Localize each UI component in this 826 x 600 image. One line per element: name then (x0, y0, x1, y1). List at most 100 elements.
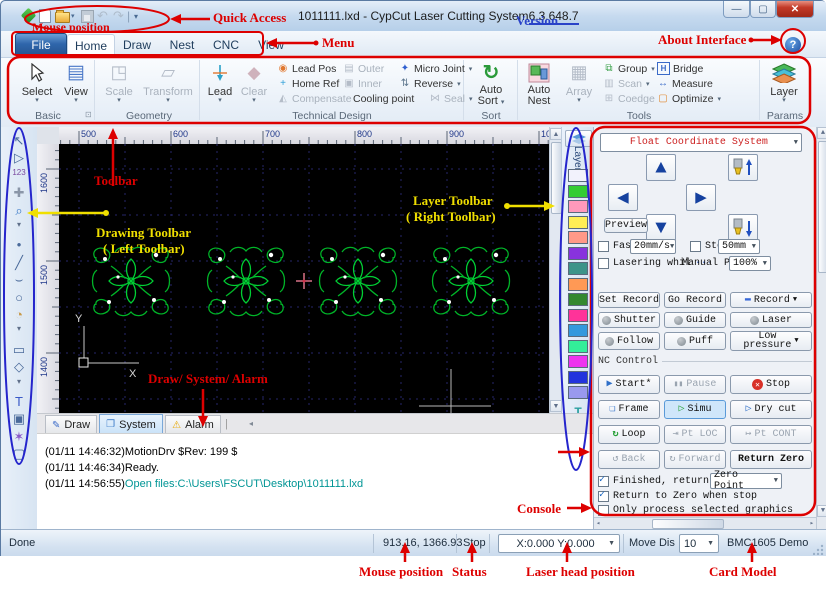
shutter-button[interactable]: Shutter (598, 312, 660, 328)
layer-color-swatch[interactable] (568, 339, 588, 353)
only-selected-checkbox[interactable] (598, 505, 609, 516)
layer-color-swatch[interactable] (568, 308, 588, 322)
layer-color-swatch[interactable] (568, 231, 588, 244)
move-dis-combo[interactable]: 10 ▼ (679, 534, 719, 553)
redo-icon[interactable]: ↷ (113, 8, 124, 24)
tab-cnc[interactable]: CNC (205, 34, 247, 55)
nozzle-up-button[interactable] (728, 154, 758, 181)
layer-color-swatch[interactable] (568, 184, 588, 198)
zoom-tool-icon[interactable]: ⌕ (1, 203, 37, 219)
pan-tool-icon[interactable]: ✚ (1, 185, 37, 201)
guide-button[interactable]: Guide (664, 312, 726, 328)
about-help-icon[interactable]: ? (783, 34, 803, 55)
tab-system[interactable]: ❐ System (99, 414, 163, 434)
optimize-button[interactable]: ▢ Optimize ▾ (657, 92, 721, 105)
pie-tool-icon[interactable]: ◔ (1, 307, 37, 322)
panel-vscrollbar[interactable]: ▲ ▼ (816, 127, 826, 529)
panel-scroll-up-icon[interactable]: ▲ (817, 127, 826, 139)
manual-pw-combo[interactable]: 100% ▼ (729, 256, 771, 271)
start-button[interactable]: ▶ Start* (598, 375, 660, 394)
line-tool-icon[interactable]: ╱ (1, 255, 37, 271)
customize-quick-access-icon[interactable]: ▾ (134, 8, 138, 24)
tab-draw[interactable]: ✎ Draw (45, 415, 97, 434)
dry-cut-button[interactable]: ▷ Dry cut (730, 400, 812, 419)
layer-top-button[interactable] (565, 130, 592, 147)
preview-button[interactable]: Preview (604, 218, 648, 233)
group-button[interactable]: ⧉ Group ▾ (603, 62, 654, 75)
laser-button[interactable]: Laser (730, 312, 812, 328)
tab-home[interactable]: Home (67, 34, 115, 57)
point-tool-icon[interactable]: • (1, 237, 37, 252)
layer-color-swatch[interactable] (568, 386, 588, 399)
loop-button[interactable]: ↻ Loop (598, 425, 660, 444)
layer-color-swatch[interactable] (568, 169, 588, 182)
transform-button[interactable]: ▱ Transform ▾ (139, 60, 197, 104)
layer-color-swatch[interactable] (568, 355, 588, 368)
array-button[interactable]: ▦ Array ▾ (561, 60, 597, 104)
micro-joint-button[interactable]: ✦ Micro Joint ▾ (399, 62, 472, 75)
number-tool-icon[interactable]: 123 (1, 168, 37, 177)
lasering-checkbox[interactable] (598, 258, 609, 269)
jog-down-button[interactable]: ▼ (646, 214, 676, 241)
select-button[interactable]: Select ▾ (17, 60, 57, 104)
close-button[interactable]: ✕ (776, 1, 814, 18)
layer-color-swatch[interactable] (568, 200, 588, 213)
pause-button[interactable]: ▮▮ Pause (664, 375, 726, 394)
tab-nest[interactable]: Nest (161, 34, 203, 55)
coedge-button[interactable]: ⊞ Coedge (603, 92, 655, 105)
circle-tool-icon[interactable]: ○ (1, 290, 37, 305)
node-edit-tool-icon[interactable]: ▷ (1, 150, 37, 166)
layer-color-swatch[interactable] (568, 370, 588, 384)
return-to-zero-checkbox[interactable] (598, 489, 609, 502)
rounded-rect-tool-icon[interactable]: ▢ (1, 446, 37, 462)
seal-button[interactable]: ⋈ Seal ▾ (429, 92, 473, 105)
minimize-button[interactable]: — (723, 1, 750, 18)
wand-tool-icon[interactable]: ✶ (1, 429, 37, 445)
laser-head-position-combo[interactable]: X:0.000 Y:0.000 ▼ (498, 534, 620, 553)
lead-button[interactable]: Lead ▾ (205, 60, 235, 104)
coord-system-combo[interactable]: Float Coordinate System ▼ (600, 133, 802, 152)
frame-button[interactable]: ❏ Frame (598, 400, 660, 419)
fast-speed-combo[interactable]: 20mm/s ▼ (630, 239, 676, 254)
record-button[interactable]: ▬ Record ▼ (730, 292, 812, 308)
layer-color-swatch[interactable] (568, 215, 588, 229)
outer-button[interactable]: ▤ Outer (343, 62, 384, 75)
layer-button[interactable]: Layer ▾ (763, 60, 805, 104)
view-button[interactable]: ▤ View ▾ (59, 60, 93, 104)
pt-loc-button[interactable]: ⇥ Pt LOC (664, 425, 726, 444)
reverse-button[interactable]: ⇅ Reverse ▾ (399, 77, 461, 90)
inner-button[interactable]: ▣ Inner (343, 77, 382, 90)
stop-button[interactable]: ✕ Stop (730, 375, 812, 394)
zero-point-combo[interactable]: Zero Point ▼ (710, 470, 782, 492)
pt-cont-button[interactable]: ↦ Pt CONT (730, 425, 812, 444)
forward-button[interactable]: ↻ Forward (664, 450, 726, 469)
tab-file[interactable]: File (15, 33, 67, 57)
tab-view[interactable]: View (249, 34, 293, 55)
scale-button[interactable]: ◳ Scale ▾ (99, 60, 139, 104)
follow-button[interactable]: Follow (598, 332, 660, 350)
clear-button[interactable]: ◆ Clear ▾ (237, 60, 271, 105)
cooling-point-button[interactable]: Cooling point (353, 92, 414, 105)
bridge-button[interactable]: H Bridge (657, 62, 703, 75)
set-record-button[interactable]: Set Record (598, 292, 660, 308)
auto-nest-button[interactable]: Auto Nest (521, 60, 557, 107)
fast-checkbox[interactable] (598, 241, 609, 252)
compensate-button[interactable]: ◭ Compensate (277, 92, 351, 105)
measure-button[interactable]: ↔ Measure (657, 77, 713, 90)
jog-right-button[interactable]: ▶ (686, 184, 716, 211)
jog-left-button[interactable]: ◀ (608, 184, 638, 211)
step-checkbox[interactable] (690, 241, 701, 252)
combine-tool-icon[interactable]: ▣ (1, 411, 37, 427)
panel-scroll-down-icon[interactable]: ▼ (817, 505, 826, 517)
scan-button[interactable]: ▥ Scan ▾ (603, 77, 649, 90)
maximize-button[interactable]: ▢ (750, 1, 776, 18)
return-zero-button[interactable]: Return Zero (730, 450, 812, 469)
layer-color-swatch[interactable] (568, 262, 588, 275)
low-pressure-button[interactable]: Low pressure ▼ (730, 331, 812, 351)
home-ref-button[interactable]: + Home Ref (277, 77, 339, 90)
layer-color-swatch[interactable] (568, 277, 588, 291)
dropdown-caret-icon[interactable]: ▾ (1, 324, 37, 333)
text-tool-icon[interactable]: T (1, 394, 37, 409)
auto-sort-button[interactable]: ↻ Auto Sort ▾ (469, 60, 513, 107)
nozzle-down-button[interactable] (728, 214, 758, 241)
